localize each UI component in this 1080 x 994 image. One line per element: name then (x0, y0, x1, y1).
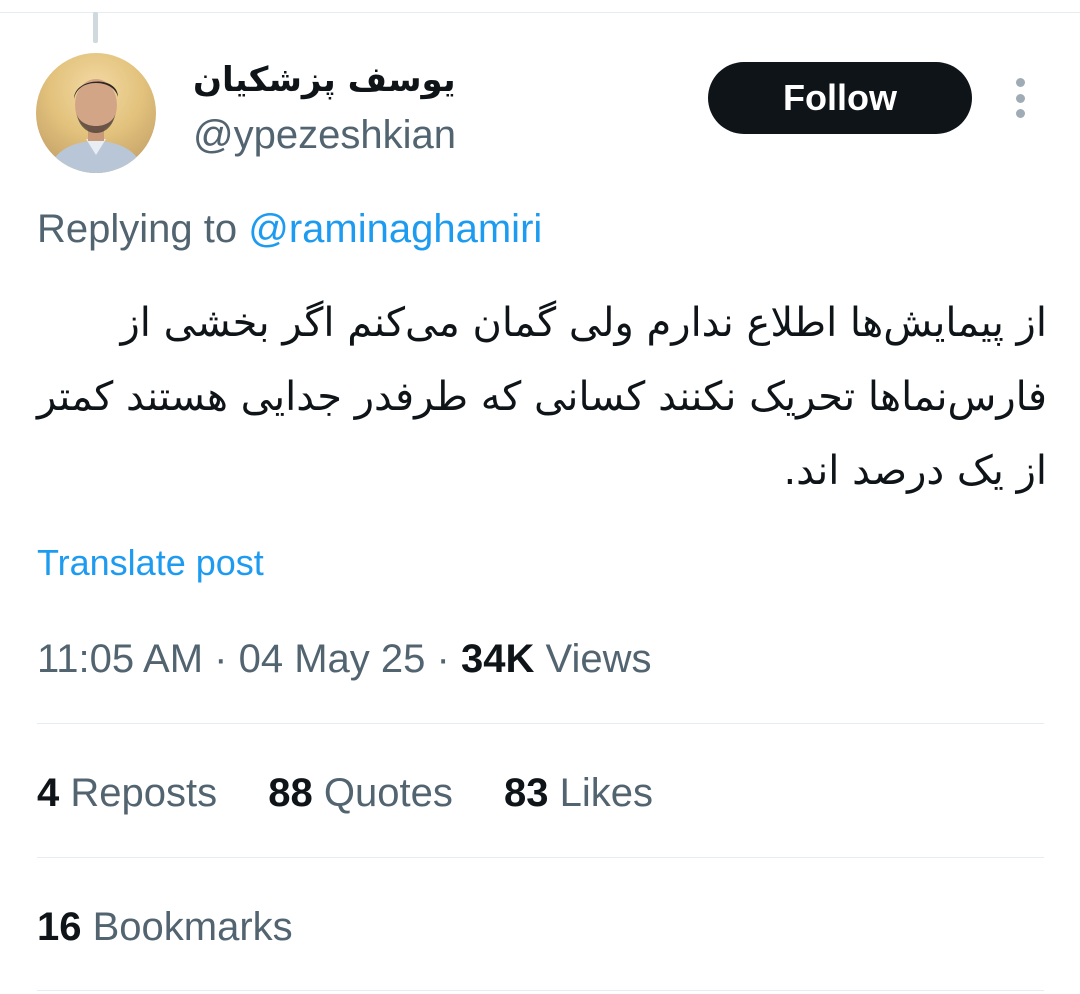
avatar[interactable] (36, 53, 156, 173)
engagement-stats: 4 Reposts 88 Quotes 83 Likes (37, 771, 693, 816)
quotes-count: 88 (268, 771, 313, 815)
divider (37, 857, 1044, 858)
meta-separator: · (436, 637, 450, 681)
more-dot (1015, 93, 1025, 103)
tweet-text: از پیمایش‌ها اطلاع ندارم ولی گمان می‌کنم… (37, 300, 1047, 494)
reposts-stat[interactable]: 4 Reposts (37, 771, 217, 815)
quotes-label: Quotes (323, 771, 453, 815)
author-display-name[interactable]: یوسف پزشکیان (193, 60, 456, 100)
top-border (0, 12, 1080, 13)
tweet-meta: 11:05 AM · 04 May 25 · 34K Views (37, 637, 651, 682)
bookmarks-label: Bookmarks (92, 905, 293, 949)
reposts-count: 4 (37, 771, 60, 815)
reposts-label: Reposts (70, 771, 218, 815)
thread-connector-line (93, 12, 98, 43)
post-time[interactable]: 11:05 AM (37, 637, 203, 681)
more-dot (1015, 109, 1025, 118)
views-label: Views (545, 637, 652, 681)
reply-mention-link[interactable]: @raminaghamiri (248, 207, 542, 251)
more-vertical-icon[interactable] (1008, 78, 1032, 118)
meta-separator: · (214, 637, 228, 681)
views-count: 34K (460, 637, 535, 681)
post-date[interactable]: 04 May 25 (239, 637, 426, 681)
divider (37, 723, 1044, 724)
author-handle[interactable]: @ypezeshkian (193, 113, 456, 158)
divider (37, 990, 1044, 991)
likes-label: Likes (559, 771, 653, 815)
quotes-stat[interactable]: 88 Quotes (268, 771, 453, 815)
bookmarks-stat[interactable]: 16 Bookmarks (37, 905, 293, 950)
translate-post-link[interactable]: Translate post (37, 542, 264, 584)
likes-stat[interactable]: 83 Likes (504, 771, 653, 815)
follow-button[interactable]: Follow (708, 62, 972, 134)
replying-to-label: Replying to (37, 207, 238, 251)
likes-count: 83 (503, 771, 549, 815)
more-dot (1015, 78, 1025, 87)
bookmarks-count: 16 (37, 905, 82, 949)
replying-to-line: Replying to @raminaghamiri (37, 207, 542, 252)
